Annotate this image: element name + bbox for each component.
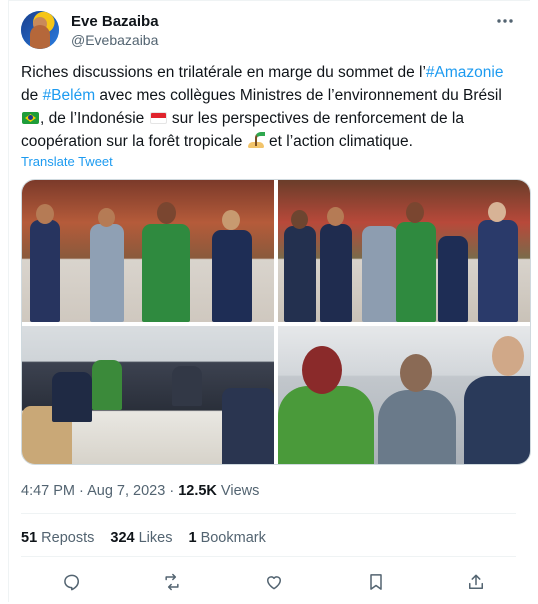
tweet-card: Eve Bazaiba @Evebazaiba Riches discussio…	[8, 0, 531, 602]
likes-count: 324	[110, 530, 135, 546]
avatar[interactable]	[21, 11, 59, 49]
bookmarks-label: Bookmark	[196, 530, 266, 546]
tweet-text: Riches discussions en trilatérale en mar…	[21, 61, 516, 153]
reply-icon[interactable]	[57, 567, 87, 597]
hashtag-amazonie[interactable]: #Amazonie	[426, 64, 504, 81]
tweet-text-part: et l’action climatique.	[264, 133, 413, 150]
divider	[21, 513, 516, 514]
author-handle[interactable]: @Evebazaiba	[71, 32, 158, 48]
views-label: Views	[216, 483, 260, 499]
desert-island-icon	[247, 132, 265, 148]
more-icon[interactable]	[492, 11, 518, 31]
repost-icon[interactable]	[157, 567, 187, 597]
reposts-label: Reposts	[37, 530, 95, 546]
tweet-text-part: avec mes collègues Ministres de l’enviro…	[95, 87, 502, 104]
photo-2[interactable]	[278, 180, 530, 322]
tweet-timestamp: 4:47 PM · Aug 7, 2023 · 12.5K Views	[21, 483, 259, 499]
tweet-time[interactable]: 4:47 PM	[21, 483, 75, 499]
tweet-text-part: Riches discussions en trilatérale en mar…	[21, 64, 426, 81]
indonesia-flag-icon	[149, 112, 167, 124]
reposts-stat[interactable]: 51 Reposts	[21, 530, 94, 546]
share-icon[interactable]	[461, 567, 491, 597]
action-bar	[21, 567, 516, 597]
tweet-date[interactable]: Aug 7, 2023	[87, 483, 165, 499]
views-count: 12.5K	[178, 483, 217, 499]
reposts-count: 51	[21, 530, 38, 546]
bookmarks-count: 1	[188, 530, 197, 546]
tweet-stats: 51 Reposts 324 Likes 1 Bookmark	[21, 530, 266, 546]
likes-stat[interactable]: 324 Likes	[110, 530, 172, 546]
author-name[interactable]: Eve Bazaiba	[71, 13, 159, 30]
like-icon[interactable]	[259, 567, 289, 597]
photo-3[interactable]	[22, 326, 274, 464]
divider	[21, 556, 516, 557]
tweet-text-part: , de l’Indonésie	[40, 110, 149, 127]
photo-1[interactable]	[22, 180, 274, 322]
separator: ·	[165, 483, 179, 499]
likes-label: Likes	[134, 530, 173, 546]
tweet-text-part: de	[21, 87, 43, 104]
photo-4[interactable]	[278, 326, 530, 464]
translate-tweet-link[interactable]: Translate Tweet	[21, 154, 113, 169]
bookmarks-stat[interactable]: 1 Bookmark	[188, 530, 265, 546]
tweet-header: Eve Bazaiba @Evebazaiba	[21, 11, 518, 51]
brazil-flag-icon	[22, 112, 39, 124]
hashtag-belem[interactable]: #Belém	[43, 87, 96, 104]
photo-grid	[21, 179, 531, 465]
separator: ·	[75, 483, 88, 499]
bookmark-icon[interactable]	[361, 567, 391, 597]
